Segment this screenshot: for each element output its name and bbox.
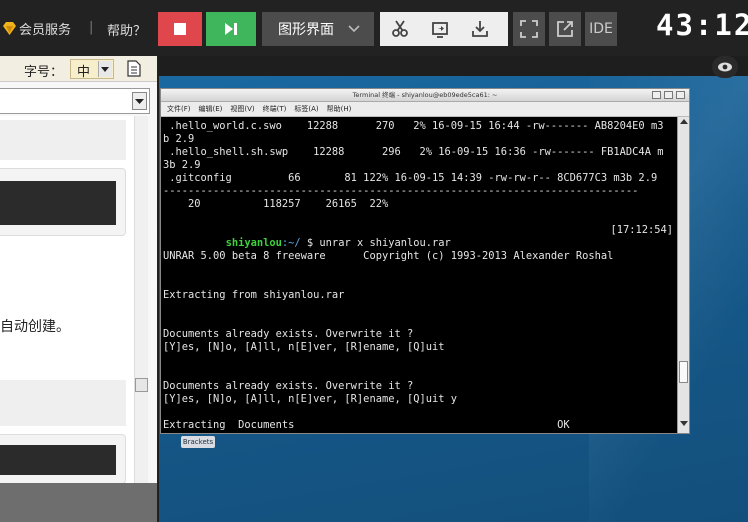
terminal-output[interactable]: .hello_world.c.swo 12288 270 2% 16-09-15… (161, 117, 677, 433)
menu-view[interactable]: 视图(V) (230, 104, 254, 114)
font-size-dropdown-arrow[interactable] (98, 61, 112, 77)
app-root: 会员服务 | 帮助？ 图形界面 IDE 43:12 字号： 中 自动创建。 Te… (0, 0, 748, 522)
course-step-select[interactable] (0, 88, 150, 114)
docs-scrollbar[interactable] (134, 116, 148, 522)
fullscreen-button[interactable] (513, 12, 545, 46)
open-new-window-button[interactable] (549, 12, 581, 46)
play-step-icon (225, 23, 237, 35)
mode-select-label: 图形界面 (278, 22, 334, 38)
menu-help[interactable]: 帮助(H) (327, 104, 352, 114)
terminal-titlebar[interactable]: Terminal 终端 - shiyanlou@eb09ede5ca61: ~ (161, 89, 689, 102)
scroll-down-arrow-icon[interactable] (680, 421, 688, 427)
course-step-dropdown-arrow[interactable] (132, 92, 147, 110)
clipboard-icon (432, 22, 448, 38)
font-size-select[interactable]: 中 (70, 59, 114, 80)
menu-file[interactable]: 文件(F) (167, 104, 191, 114)
menu-edit[interactable]: 编辑(E) (199, 104, 223, 114)
scrollbar-thumb[interactable] (679, 361, 688, 383)
terminal-scrollbar[interactable] (677, 117, 689, 433)
fullscreen-icon (520, 20, 538, 38)
chevron-down-icon (348, 25, 360, 33)
panel-footer (0, 483, 157, 522)
eye-icon (718, 62, 732, 72)
prompt-time: [17:12:54] (610, 224, 673, 236)
menu-terminal[interactable]: 终端(T) (263, 104, 287, 114)
docs-content: 自动创建。 (0, 116, 134, 522)
code-block (0, 168, 126, 236)
doc-text-line: 自动创建。 (0, 319, 70, 335)
code-block-dark (0, 445, 116, 475)
terminal-line: 20 118257 26165 22% (163, 198, 389, 210)
minimize-button[interactable] (652, 91, 661, 99)
terminal-line: [Y]es, [N]o, [A]ll, n[E]ver, [R]ename, [… (163, 393, 458, 405)
terminal-line: Extracting Documents OK (163, 419, 570, 431)
terminal-line: b 2.9 (163, 133, 195, 145)
terminal-window[interactable]: Terminal 终端 - shiyanlou@eb09ede5ca61: ~ … (160, 88, 690, 434)
topbar-separator: | (89, 20, 94, 35)
download-button[interactable] (460, 12, 500, 46)
diamond-icon (3, 21, 16, 35)
code-block (0, 120, 126, 160)
terminal-line: .hello_shell.sh.swp 12288 296 2% 16-09-1… (163, 146, 664, 158)
terminal-title: Terminal 终端 - shiyanlou@eb09ede5ca61: ~ (352, 91, 498, 99)
desktop-top-strip (159, 56, 748, 76)
mode-select[interactable]: 图形界面 (262, 12, 374, 46)
ide-button[interactable]: IDE (585, 12, 617, 46)
toggle-view-button[interactable] (712, 56, 738, 78)
chevron-down-icon (135, 99, 144, 104)
code-block (0, 380, 126, 426)
download-icon (472, 21, 488, 37)
prompt-command: $ unrar x shiyanlou.rar (300, 237, 451, 249)
terminal-line: UNRAR 5.00 beta 8 freeware Copyright (c)… (163, 250, 614, 262)
prompt-user: shiyanlou (225, 237, 282, 249)
menu-tabs[interactable]: 标签(A) (294, 104, 318, 114)
vip-service-label: 会员服务 (19, 22, 72, 38)
terminal-line: 3b 2.9 (163, 159, 201, 171)
terminal-line: .hello_world.c.swo 12288 270 2% 16-09-15… (163, 120, 664, 132)
stop-icon (174, 23, 186, 35)
prompt-path: :~/ (281, 237, 301, 249)
docs-panel: 字号： 中 自动创建。 (0, 56, 158, 522)
top-toolbar: 会员服务 | 帮助？ 图形界面 IDE 43:12 (0, 0, 748, 56)
remote-desktop[interactable]: Terminal 终端 - shiyanlou@eb09ede5ca61: ~ … (159, 56, 748, 522)
help-link[interactable]: 帮助？ (107, 20, 146, 39)
cut-button[interactable] (380, 12, 420, 46)
chevron-down-icon (101, 67, 109, 72)
terminal-prompt-line: shiyanlou:~/ $ unrar x shiyanlou.rar [17… (163, 224, 675, 249)
font-size-bar: 字号： 中 (0, 56, 157, 82)
session-timer: 43:12 (656, 8, 748, 42)
paste-button[interactable] (420, 12, 460, 46)
font-size-value: 中 (77, 65, 91, 80)
code-block-dark (0, 181, 116, 225)
terminal-menubar: 文件(F) 编辑(E) 视图(V) 终端(T) 标签(A) 帮助(H) (161, 102, 689, 117)
scrollbar-thumb[interactable] (135, 378, 148, 392)
resume-button[interactable] (206, 12, 256, 46)
terminal-line: Documents already exists. Overwrite it ? (163, 380, 414, 392)
terminal-line: [Y]es, [N]o, [A]ll, n[E]ver, [R]ename, [… (163, 341, 445, 353)
terminal-line: .gitconfig 66 81 122% 16-09-15 14:39 -rw… (163, 172, 658, 184)
desktop-icon-brackets[interactable]: Brackets (181, 436, 215, 448)
scroll-up-arrow-icon[interactable] (680, 119, 688, 125)
terminal-line: Documents already exists. Overwrite it ? (163, 328, 414, 340)
close-button[interactable] (676, 91, 685, 99)
vip-service-link[interactable]: 会员服务 (2, 20, 72, 38)
window-controls (649, 91, 685, 99)
document-icon[interactable] (127, 60, 141, 77)
terminal-line: Extracting from shiyanlou.rar (163, 289, 345, 301)
font-size-label: 字号： (24, 65, 64, 80)
maximize-button[interactable] (664, 91, 673, 99)
clipboard-tool-group (380, 12, 508, 46)
code-block (0, 434, 126, 484)
terminal-line: ----------------------------------------… (163, 185, 639, 197)
scissors-icon (392, 20, 408, 37)
external-link-icon (557, 21, 573, 37)
stop-button[interactable] (158, 12, 202, 46)
